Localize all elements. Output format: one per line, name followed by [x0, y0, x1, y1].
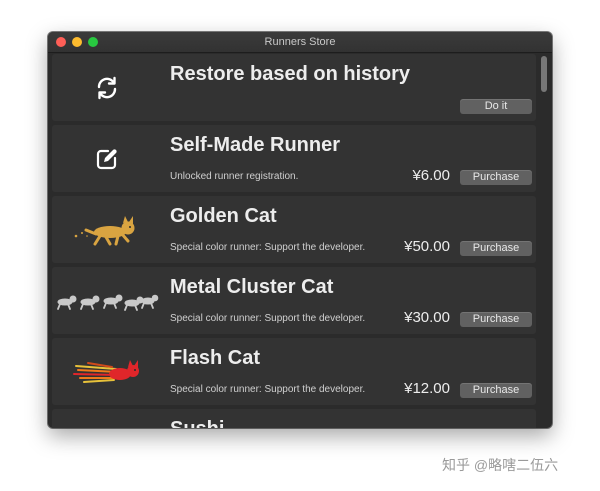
- scrollbar-thumb[interactable]: [541, 56, 547, 92]
- item-title: Flash Cat: [170, 347, 261, 369]
- item-title: Golden Cat: [170, 205, 277, 227]
- refresh-icon: [52, 54, 162, 121]
- item-title: Metal Cluster Cat: [170, 276, 334, 298]
- store-window: Runners Store Restore based on history D…: [48, 32, 552, 428]
- list-item-restore: Restore based on history Do it: [52, 54, 536, 121]
- item-description: Special color runner: Support the develo…: [170, 242, 366, 253]
- edit-icon: [52, 125, 162, 192]
- do-it-button[interactable]: Do it: [460, 99, 532, 114]
- title-bar: Runners Store: [48, 32, 552, 53]
- item-price: ¥50.00: [404, 238, 450, 255]
- purchase-button[interactable]: Purchase: [460, 170, 532, 185]
- item-description: Unlocked runner registration.: [170, 171, 299, 182]
- purchase-button[interactable]: Purchase: [460, 383, 532, 398]
- flash-cat-icon: [52, 338, 162, 405]
- item-description: Special color runner: Support the develo…: [170, 384, 366, 395]
- scrollbar[interactable]: [538, 54, 550, 428]
- list-item-metal-cluster-cat: Metal Cluster Cat Special color runner: …: [52, 267, 536, 334]
- item-title: Restore based on history: [170, 63, 411, 85]
- item-price: ¥30.00: [404, 309, 450, 326]
- item-description: Special color runner: Support the develo…: [170, 313, 366, 324]
- list-item-golden-cat: Golden Cat Special color runner: Support…: [52, 196, 536, 263]
- item-title: Sushi: [170, 417, 224, 428]
- item-price: ¥12.00: [404, 380, 450, 397]
- metal-cluster-cat-icon: [52, 267, 162, 334]
- item-title: Self-Made Runner: [170, 134, 341, 156]
- watermark: 知乎 @略嗐二伍六: [442, 457, 559, 473]
- purchase-button[interactable]: Purchase: [460, 312, 532, 327]
- purchase-button[interactable]: Purchase: [460, 241, 532, 256]
- list-item-self-made-runner: Self-Made Runner Unlocked runner registr…: [52, 125, 536, 192]
- golden-cat-icon: [52, 196, 162, 263]
- list-item-sushi: Sushi: [52, 409, 536, 428]
- window-title: Runners Store: [264, 36, 336, 48]
- list-item-flash-cat: Flash Cat Special color runner: Support …: [52, 338, 536, 405]
- item-price: ¥6.00: [412, 167, 450, 184]
- store-list[interactable]: Restore based on history Do it Self-Made…: [52, 54, 536, 428]
